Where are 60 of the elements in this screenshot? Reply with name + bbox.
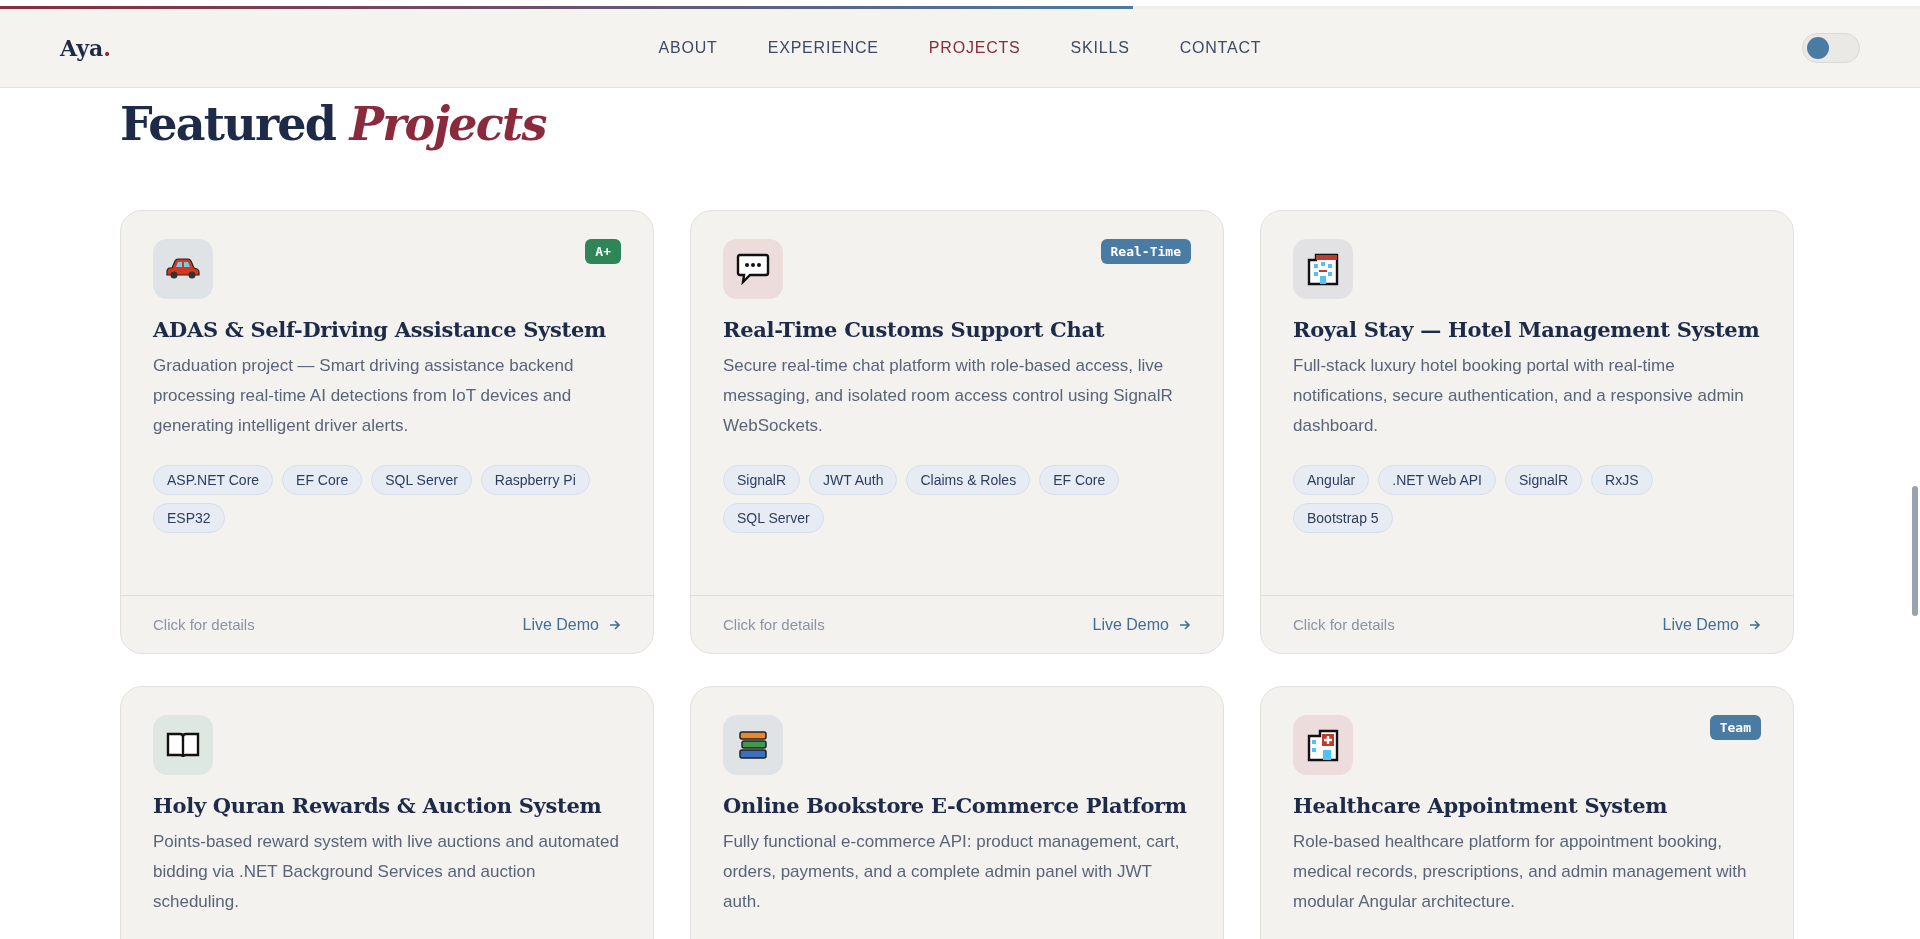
project-card[interactable] [690,210,1224,654]
project-card[interactable]: Holy Quran Rewards & Auction System Points-based reward system with live auctions and automated bidding via .NET Background Services and auction scheduling. [120,686,654,939]
project-badge: Team [1709,715,1761,740]
project-title: Real-Time Customs Support Chat [723,316,1105,344]
project-card[interactable] [120,210,654,654]
arrow-right-icon [1749,618,1761,631]
project-description: Points-based reward system with live auctions and automated bidding via .NET Background Services and auction scheduling. [153,831,620,913]
books-icon [737,729,769,761]
details-hint: Click for details [153,616,255,633]
tech-tag: ESP32 [153,503,225,533]
project-badge: Real-Time [1100,239,1191,264]
details-hint: Click for details [1293,616,1395,633]
nav-link[interactable]: CONTACT [1179,39,1262,57]
tech-tag: .NET Web API [1378,465,1496,495]
tech-tag: EF Core [282,465,363,495]
tech-tag: SignalR [723,465,801,495]
building-icon [1306,252,1340,286]
arrow-right-icon [609,618,621,631]
tech-tag: SignalR [1505,465,1583,495]
tech-tag: JWT Auth [809,465,898,495]
project-card[interactable]: Online Bookstore E-Commerce Platform Fully functional e-commerce API: product management, cart, orders, payments, and a complete admin panel with JWT auth. [690,686,1224,939]
project-title: Online Bookstore E-Commerce Platform [723,792,1187,820]
project-card[interactable]: Team Healthcare Appointment System Role-based healthcare platform for appointment booking, medical records, prescriptions, and admin management with modular Angular architecture. [1260,686,1794,939]
project-badge: A+ [585,239,621,264]
tech-tag: Claims & Roles [906,465,1031,495]
nav-link[interactable]: PROJECTS [928,39,1021,57]
section-heading: Featured Projects [120,96,548,153]
live-demo-link[interactable]: Live Demo [1092,615,1191,634]
project-description: Full-stack luxury hotel booking portal with real-time notifications, secure authentication, and a responsive admin dashboard. [1293,355,1745,437]
project-description: Secure real-time chat platform with role-based access, live messaging, and isolated room access control using SignalR WebSockets. [723,355,1174,437]
book-icon [166,731,200,759]
live-demo-link[interactable]: Live Demo [522,615,621,634]
project-title: Holy Quran Rewards & Auction System [153,792,602,820]
tech-tag: Angular [1293,465,1370,495]
arrow-right-icon [1179,618,1191,631]
project-title: Healthcare Appointment System [1293,792,1668,820]
project-description: Role-based healthcare platform for appointment booking, medical records, prescriptions, and admin management with modular Angular architecture. [1293,831,1748,913]
scrollbar-thumb[interactable] [1912,486,1918,616]
tech-tag: SQL Server [723,503,824,533]
tech-tag: Bootstrap 5 [1293,503,1393,533]
project-description: Fully functional e-commerce API: product management, cart, orders, payments, and a complete admin panel with JWT auth. [723,831,1181,913]
car-icon [166,258,200,280]
nav-link[interactable]: ABOUT [658,39,718,57]
project-card[interactable] [1260,210,1794,654]
speech-bubble-icon [736,253,770,285]
tech-tag: Raspberry Pi [480,465,590,495]
details-hint: Click for details [723,616,825,633]
tech-tag: ASP.NET Core [153,465,274,495]
tech-tag: EF Core [1039,465,1120,495]
hospital-icon [1306,728,1340,762]
nav-link[interactable]: SKILLS [1070,39,1130,57]
site-logo[interactable]: Aya. [60,35,111,61]
tech-tag: SQL Server [371,465,472,495]
live-demo-link[interactable]: Live Demo [1662,615,1761,634]
project-title: Royal Stay — Hotel Management System [1293,316,1760,344]
theme-toggle[interactable] [1802,33,1860,63]
project-title: ADAS & Self-Driving Assistance System [153,316,606,344]
tech-tag: RxJS [1591,465,1653,495]
project-description: Graduation project — Smart driving assistance backend processing real-time AI detections from IoT devices and generating intelligent driver alerts. [153,355,575,437]
nav-link[interactable]: EXPERIENCE [767,39,879,57]
